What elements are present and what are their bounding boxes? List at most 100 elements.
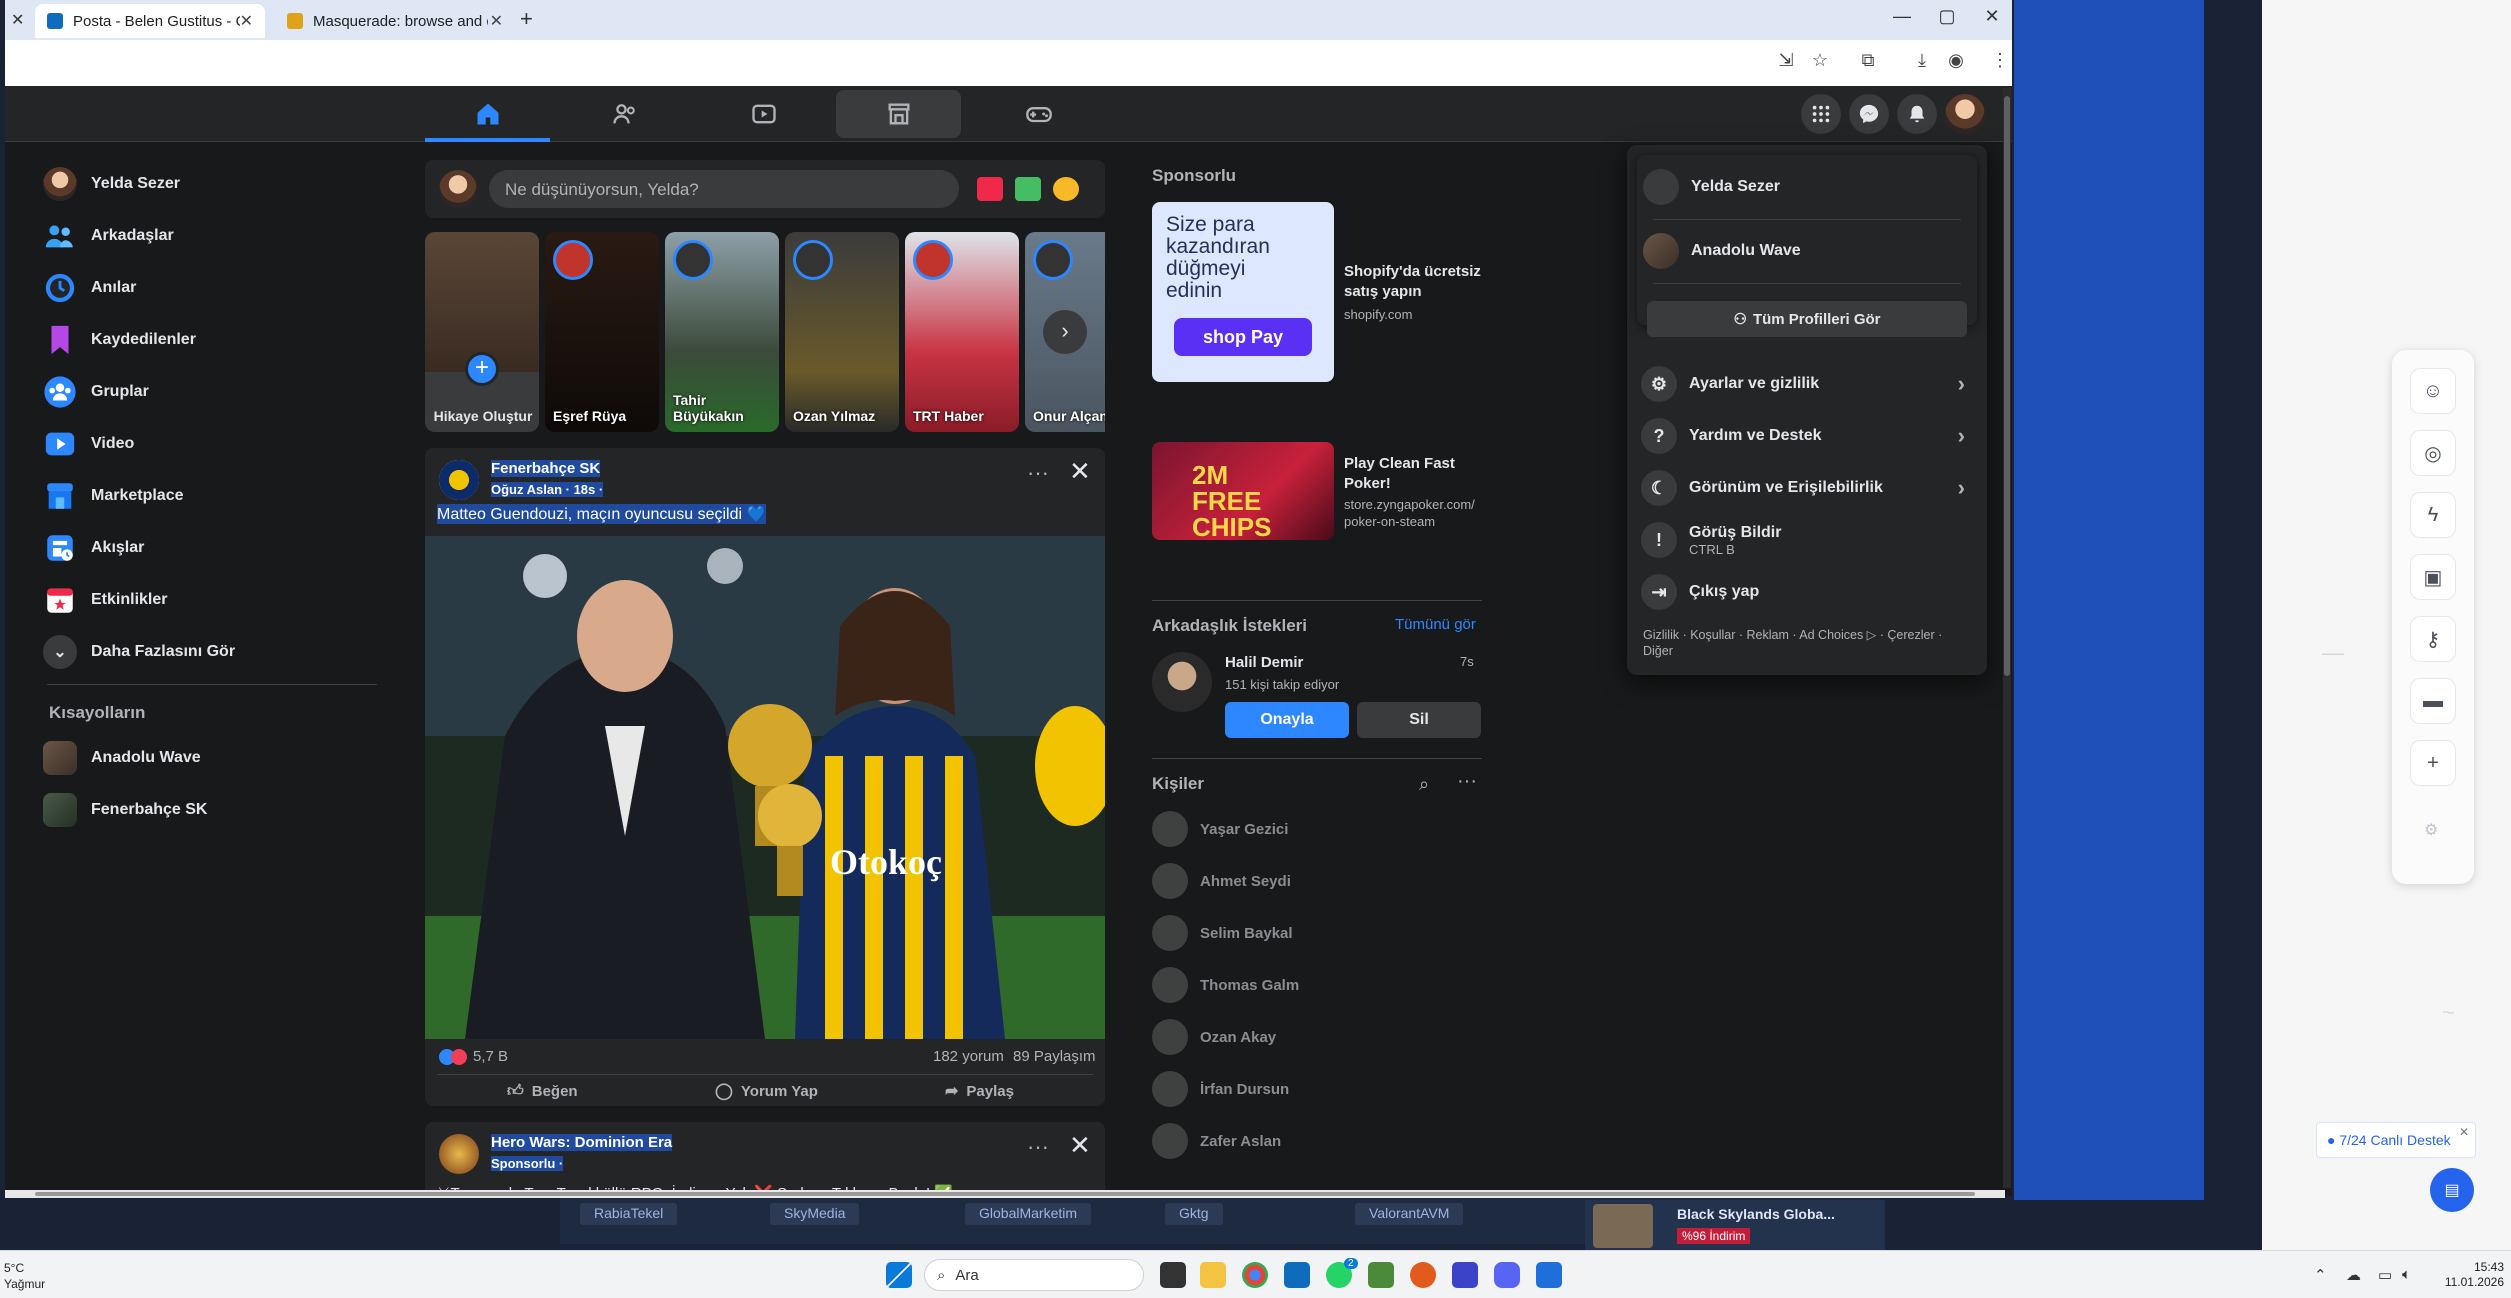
confirm-button[interactable]: Onayla [1225, 702, 1349, 738]
see-all-link[interactable]: Tümünü gör [1395, 616, 1476, 633]
live-video-icon[interactable] [977, 177, 1003, 201]
photo-video-icon[interactable] [1015, 177, 1041, 201]
sidebar-item-events[interactable]: Etkinlikler [43, 575, 167, 625]
extensions-icon[interactable]: ⧉ [1857, 50, 1879, 72]
close-icon[interactable]: ✕ [1069, 1130, 1091, 1161]
maximize-button[interactable]: ▢ [1927, 6, 1967, 27]
plus-icon[interactable]: + [2410, 740, 2456, 786]
page-avatar[interactable] [439, 460, 479, 500]
search-icon[interactable]: ⌕ [1419, 774, 1429, 795]
contact-item[interactable]: Thomas Galm [1152, 965, 1299, 1005]
contact-item[interactable]: Selim Baykal [1152, 913, 1293, 953]
sidebar-item-friends[interactable]: Arkadaşlar [43, 211, 174, 261]
request-avatar[interactable] [1152, 652, 1212, 712]
ad-zynga-poker[interactable]: 2M FREE CHIPS Play Clean Fast Poker! sto… [1152, 442, 1482, 542]
sidebar-item-saved[interactable]: Kaydedilenler [43, 315, 196, 365]
account-avatar-button[interactable] [1945, 94, 1985, 134]
folder-icon[interactable]: ▬ [2410, 678, 2456, 724]
download-icon[interactable]: ⤓ [1911, 50, 1933, 72]
network-icon[interactable]: ▭ [2378, 1266, 2392, 1284]
post-page-name[interactable]: Hero Wars: Dominion Era [491, 1134, 673, 1151]
delete-button[interactable]: Sil [1357, 702, 1481, 738]
tab-masquerade[interactable]: Masquerade: browse and down ✕ [275, 4, 515, 38]
notepad-icon[interactable] [1368, 1262, 1394, 1288]
close-tab-icon[interactable]: ✕ [490, 11, 503, 31]
chat-button[interactable]: ▤ [2430, 1168, 2474, 1212]
minimize-button[interactable]: — [1882, 6, 1922, 27]
profile-icon[interactable]: ◉ [1945, 50, 1967, 72]
menu-footer-links[interactable]: Gizlilik · Koşullar · Reklam · Ad Choice… [1643, 627, 1973, 659]
new-tab-button[interactable]: + [520, 6, 533, 32]
contact-item[interactable]: İrfan Dursun [1152, 1069, 1289, 1109]
contact-item[interactable]: Ahmet Seydi [1152, 861, 1291, 901]
install-app-icon[interactable]: ⇲ [1775, 50, 1797, 72]
contact-item[interactable]: Ozan Akay [1152, 1017, 1276, 1057]
notifications-button[interactable] [1897, 94, 1937, 134]
live-support-badge[interactable]: ● 7/24 Canlı Destek ✕ [2316, 1122, 2476, 1158]
gift-icon[interactable]: ▣ [2410, 554, 2456, 600]
windows-start-icon[interactable] [886, 1262, 912, 1288]
user-icon[interactable]: ☺ [2410, 368, 2456, 414]
close-icon[interactable]: ✕ [2459, 1125, 2469, 1139]
sidebar-item-memories[interactable]: Anılar [43, 263, 136, 313]
settings-icon[interactable]: ⚙ [2424, 820, 2438, 840]
stories-next-button[interactable]: › [1043, 310, 1087, 354]
menu-item-logout[interactable]: ⇥ Çıkış yap [1641, 570, 1971, 614]
app-icon[interactable] [1536, 1262, 1562, 1288]
sidebar-item-marketplace[interactable]: Marketplace [43, 471, 184, 521]
close-tab-icon[interactable]: ✕ [240, 11, 253, 31]
lightning-icon[interactable]: ϟ [2410, 492, 2456, 538]
post-image[interactable]: Otokoç [425, 536, 1105, 1039]
sidebar-see-more[interactable]: ⌄ Daha Fazlasını Gör [43, 627, 235, 677]
menu-item-feedback[interactable]: ! Görüş Bildir CTRL B [1641, 518, 1971, 562]
menu-grid-button[interactable] [1801, 94, 1841, 134]
story-create[interactable]: + Hikaye Oluştur [425, 232, 539, 432]
instagram-icon[interactable]: ◎ [2410, 430, 2456, 476]
composer-input[interactable]: Ne düşünüyorsun, Yelda? [489, 170, 959, 208]
scrollbar-thumb[interactable] [2004, 96, 2010, 676]
story-card[interactable]: Tahir Büyükakın [665, 232, 779, 432]
system-clock[interactable]: 15:43 11.01.2026 [2440, 1260, 2504, 1290]
see-all-profiles-button[interactable]: ⚇ Tüm Profilleri Gör [1647, 301, 1967, 337]
comment-count[interactable]: 182 yorum [933, 1048, 1004, 1065]
app-icon[interactable] [1452, 1262, 1478, 1288]
profile-row[interactable]: Yelda Sezer [1643, 165, 1973, 209]
close-icon[interactable]: ✕ [1069, 456, 1091, 487]
post-page-name[interactable]: Fenerbahçe SK [491, 460, 601, 477]
key-icon[interactable]: ⚷ [2410, 616, 2456, 662]
share-count[interactable]: 89 Paylaşım [1013, 1048, 1096, 1065]
messenger-button[interactable] [1849, 94, 1889, 134]
like-button[interactable]: 👍︎ Beğen [507, 1076, 578, 1106]
ad-shopify[interactable]: Size para kazandıran düğmeyi edinin shop… [1152, 202, 1482, 382]
file-explorer-icon[interactable] [1200, 1262, 1226, 1288]
sidebar-item-groups[interactable]: Gruplar [43, 367, 149, 417]
page-profile-row[interactable]: Anadolu Wave [1643, 229, 1973, 273]
weather-widget[interactable]: 5°C Yağmur [4, 1260, 45, 1292]
more-options-icon[interactable]: ··· [1027, 460, 1049, 486]
cloud-off-icon[interactable]: ☁ [2346, 1266, 2361, 1284]
menu-dots-icon[interactable]: ⋮ [1989, 50, 2011, 72]
sidebar-profile[interactable]: Yelda Sezer [43, 159, 180, 209]
chevron-up-icon[interactable]: ⌃ [2314, 1266, 2327, 1284]
story-card[interactable]: Ozan Yılmaz [785, 232, 899, 432]
sidebar-item-video[interactable]: Video [43, 419, 134, 469]
tab-outlook[interactable]: Posta - Belen Gustitus - Outlook ✕ [35, 4, 265, 38]
discord-icon[interactable] [1494, 1262, 1520, 1288]
nav-home[interactable] [425, 86, 550, 142]
nav-marketplace[interactable] [836, 90, 961, 138]
nav-gaming[interactable] [976, 86, 1101, 142]
star-icon[interactable]: ☆ [1809, 50, 1831, 72]
close-window-button[interactable]: ✕ [1972, 6, 2012, 27]
more-options-icon[interactable]: ··· [1457, 770, 1477, 793]
feeling-icon[interactable] [1053, 177, 1079, 201]
menu-item-help[interactable]: ? Yardım ve Destek › [1641, 414, 1971, 458]
contact-item[interactable]: Zafer Aslan [1152, 1121, 1281, 1161]
task-view-icon[interactable] [1160, 1262, 1186, 1288]
close-icon[interactable]: ✕ [11, 10, 24, 30]
horizontal-scrollbar[interactable] [5, 1190, 2005, 1198]
request-name[interactable]: Halil Demir [1225, 654, 1303, 671]
outlook-icon[interactable] [1284, 1262, 1310, 1288]
scrollbar-thumb[interactable] [35, 1192, 1975, 1196]
nav-video[interactable] [701, 86, 826, 142]
share-button[interactable]: ➦ Paylaş [945, 1076, 1014, 1106]
